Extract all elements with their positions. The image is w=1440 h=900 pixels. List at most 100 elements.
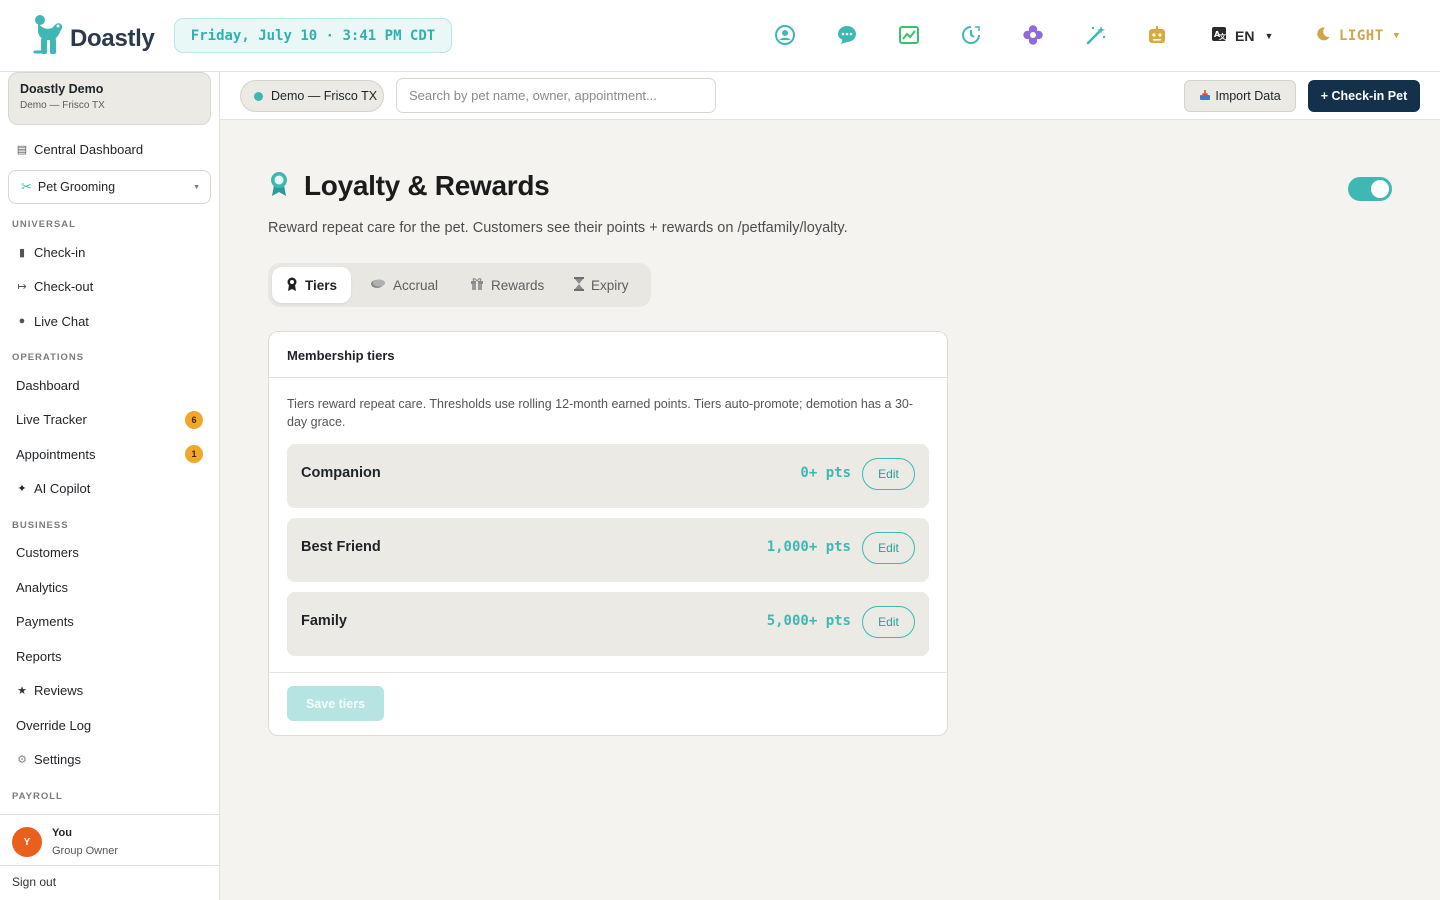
sign-out-link[interactable]: Sign out [12,875,56,889]
module-label: Pet Grooming [37,180,116,194]
sidebar-item-label: AI Copilot [34,480,91,496]
app-name: Doastly [70,24,155,52]
edit-tier-button[interactable]: Edit [862,532,915,564]
sidebar-item-check-out[interactable]: ↦ Check-out [16,276,93,296]
tab-label: Tiers [305,277,338,293]
svg-text:文: 文 [1219,32,1227,41]
medal-icon [286,277,298,294]
translate-icon: A文 [1211,26,1227,45]
avatar: Y [12,827,42,857]
sidebar-item-dashboard[interactable]: Dashboard [16,375,80,395]
tab-expiry[interactable]: Expiry [560,267,643,303]
dashboard-icon: ▤ [16,143,28,156]
sidebar-item-reviews[interactable]: ★ Reviews [16,680,83,700]
chevron-down-icon: ▼ [193,183,200,191]
flower-icon[interactable] [1022,24,1044,46]
chart-icon[interactable] [898,24,920,46]
page-header: Loyalty & Rewards [268,170,550,202]
sidebar-item-customers[interactable]: Customers [16,542,79,562]
clipboard-icon: ▮ [18,246,26,259]
language-label: EN [1235,27,1255,44]
section-universal: UNIVERSAL [12,219,76,230]
dog-logo-icon [32,14,66,63]
exit-icon: ↦ [17,280,27,293]
top-bar: Doastly Friday, July 10 · 3:41 PM CDT A文… [0,0,1440,72]
tab-tiers[interactable]: Tiers [272,267,352,303]
edit-tier-button[interactable]: Edit [862,458,915,490]
loyalty-enabled-toggle[interactable] [1348,177,1392,201]
tab-rewards[interactable]: Rewards [456,267,558,303]
magic-wand-icon[interactable] [1085,24,1107,46]
import-data-label: Import Data [1215,89,1281,103]
language-selector[interactable]: A文 EN ▼ [1211,26,1273,45]
robot-icon[interactable] [1146,24,1168,46]
tier-name: Family [301,613,347,629]
sidebar-item-payments[interactable]: Payments [16,611,74,631]
search-input[interactable] [396,78,716,113]
sidebar-item-live-chat[interactable]: ● Live Chat [16,311,89,331]
coins-icon [370,278,386,293]
user-profile[interactable]: Y You Group Owner [0,814,220,866]
sidebar: Doastly Demo Demo — Frisco TX ▤ Central … [0,72,220,900]
support-icon[interactable] [774,24,796,46]
speech-bubble-icon: ● [18,315,26,327]
theme-label: LIGHT [1339,28,1384,44]
sidebar-item-analytics[interactable]: Analytics [16,577,68,597]
sidebar-item-label: Check-in [34,244,86,260]
section-business: BUSINESS [12,520,69,531]
org-switcher[interactable]: Doastly Demo Demo — Frisco TX [8,72,211,125]
sidebar-item-label: Analytics [16,579,69,595]
sidebar-item-label: Central Dashboard [34,141,144,157]
sidebar-item-label: Reviews [34,682,84,698]
check-in-pet-button[interactable]: + Check-in Pet [1308,80,1420,112]
star-icon: ★ [17,684,27,697]
sidebar-item-settings[interactable]: ⚙ Settings [16,749,81,769]
datetime-display: Friday, July 10 · 3:41 PM CDT [174,18,452,53]
tier-row: Family 5,000+ pts Edit [287,592,929,656]
sidebar-item-label: Settings [34,751,81,767]
gift-icon [470,277,484,293]
tab-accrual[interactable]: Accrual [356,267,452,303]
sidebar-item-check-in[interactable]: ▮ Check-in [16,242,85,262]
clock-icon[interactable] [960,24,982,46]
sidebar-item-override-log[interactable]: Override Log [16,715,91,735]
tab-label: Expiry [591,277,629,293]
theme-selector[interactable]: LIGHT ▼ [1315,26,1400,46]
tier-row: Best Friend 1,000+ pts Edit [287,518,929,582]
location-selector[interactable]: Demo — Frisco TX [240,80,384,112]
tab-label: Accrual [393,277,439,293]
toggle-knob [1371,180,1389,198]
sidebar-item-label: Appointments [16,446,96,462]
sidebar-item-appointments[interactable]: Appointments [16,444,96,464]
edit-tier-button[interactable]: Edit [862,606,915,638]
status-dot-icon [254,91,263,101]
tier-threshold: 1,000+ pts [766,539,851,555]
card-divider [269,672,947,673]
sidebar-item-label: Live Tracker [16,411,87,427]
sidebar-item-label: Check-out [34,278,94,294]
module-selector[interactable]: ✂ Pet Grooming ▼ [8,170,211,204]
sidebar-item-ai-copilot[interactable]: ✦ AI Copilot [16,478,90,498]
org-location: Demo — Frisco TX [20,100,105,111]
app-logo[interactable]: Doastly [32,14,155,63]
location-label: Demo — Frisco TX [271,89,378,103]
sidebar-item-reports[interactable]: Reports [16,646,62,666]
section-payroll: PAYROLL [12,791,63,802]
live-tracker-count-badge: 6 [185,411,203,429]
tab-label: Rewards [491,277,545,293]
page-title: Loyalty & Rewards [304,170,550,201]
import-data-button[interactable]: Import Data [1184,80,1296,112]
save-tiers-button[interactable]: Save tiers [287,686,384,721]
award-ribbon-icon [268,171,290,202]
sidebar-item-label: Reports [16,648,62,664]
sidebar-item-live-tracker[interactable]: Live Tracker [16,409,87,429]
chat-icon[interactable] [836,24,858,46]
sparkle-icon: ✦ [17,482,27,495]
import-icon [1199,89,1211,104]
sidebar-item-central-dashboard[interactable]: ▤ Central Dashboard [16,139,143,159]
gear-icon: ⚙ [17,753,27,766]
card-description: Tiers reward repeat care. Thresholds use… [287,397,914,429]
sub-header: Demo — Frisco TX Import Data + Check-in … [220,72,1440,120]
sidebar-item-label: Customers [16,544,79,560]
moon-icon [1315,26,1331,46]
